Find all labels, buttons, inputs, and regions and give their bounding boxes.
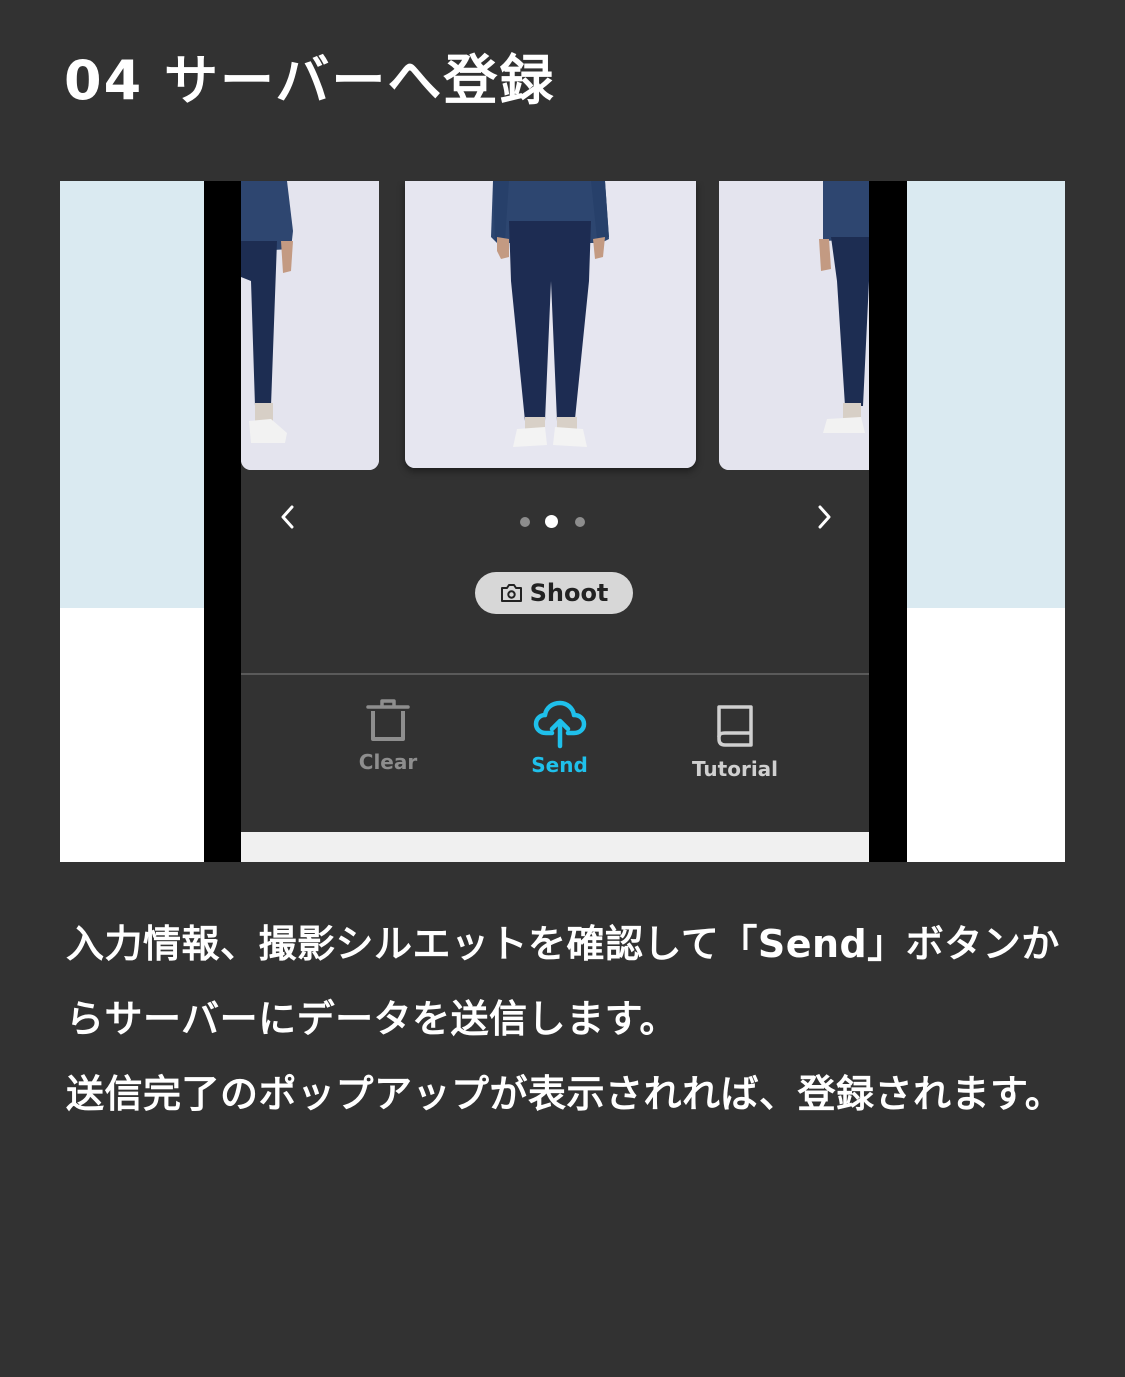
shoot-button-label: Shoot [529,579,609,607]
book-icon [717,705,753,747]
page-heading: 04 サーバーへ登録 [64,49,556,112]
camera-icon [500,584,522,602]
cloud-upload-icon [533,700,586,749]
instruction-paragraph: 送信完了のポップアップが表示されれば、登録されます。 [66,1072,1064,1116]
tutorial-tab-label: Tutorial [691,757,779,781]
shoot-button[interactable]: Shoot [475,572,633,614]
instructions-text: 入力情報、撮影シルエットを確認して「Send」ボタンからサーバーにデータを送信し… [66,907,1076,1132]
model-photo-side [241,181,379,470]
tablet-device: Shoot Clear Send Tutorial [204,181,907,862]
bottom-bar [241,832,869,862]
page-dot[interactable] [520,517,530,527]
page-dot[interactable] [575,517,585,527]
next-arrow-icon[interactable] [809,499,839,535]
page-dot-active[interactable] [545,515,558,528]
trash-icon [366,699,410,741]
clear-tab-label: Clear [358,750,418,774]
instruction-paragraph: 入力情報、撮影シルエットを確認して「Send」ボタンからサーバーにデータを送信し… [66,922,1060,1041]
model-photo-side [719,181,869,470]
clear-tab-button[interactable]: Clear [343,698,433,774]
send-tab-label: Send [531,753,588,777]
send-tab-button[interactable]: Send [517,699,602,777]
photo-card-previous[interactable] [241,181,379,470]
photo-card-current[interactable] [405,181,696,468]
app-screen: Shoot Clear Send Tutorial [241,181,869,862]
divider [241,673,869,675]
app-screenshot: Shoot Clear Send Tutorial [60,181,1065,862]
model-photo-front [405,181,696,468]
previous-arrow-icon[interactable] [273,499,303,535]
tutorial-tab-button[interactable]: Tutorial [685,703,785,781]
photo-card-next[interactable] [719,181,869,470]
